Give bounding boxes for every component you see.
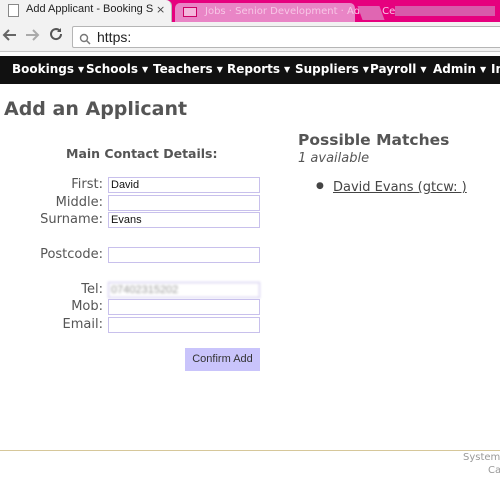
caret-down-icon: ▼ xyxy=(142,65,149,74)
footer-text: Ca xyxy=(488,465,500,476)
address-bar[interactable]: https: xyxy=(72,26,500,48)
caret-down-icon: ▼ xyxy=(480,65,487,74)
menu-bookings[interactable]: Bookings ▼ xyxy=(12,62,84,76)
menu-label: Payroll xyxy=(370,62,417,76)
menu-label: Reports xyxy=(227,62,281,76)
caret-down-icon: ▼ xyxy=(362,65,369,74)
menu-label: Bookings xyxy=(12,62,75,76)
footer-divider xyxy=(0,450,500,451)
first-name-field[interactable]: David xyxy=(108,177,260,193)
menu-suppliers[interactable]: Suppliers ▼ xyxy=(295,62,369,76)
postcode-field[interactable] xyxy=(108,247,260,263)
menu-schools[interactable]: Schools ▼ xyxy=(86,62,148,76)
menu-reports[interactable]: Reports ▼ xyxy=(227,62,290,76)
match-link[interactable]: David Evans (gtcw: ) xyxy=(333,180,467,195)
postcode-label: Postcode: xyxy=(40,247,103,262)
new-tab-button[interactable] xyxy=(357,6,385,20)
browser-tab-strip: Add Applicant - Booking S × Jobs · Senio… xyxy=(0,0,500,22)
page-title: Add an Applicant xyxy=(4,98,188,120)
main-menu: Bookings ▼ Schools ▼ Teachers ▼ Reports ▼ Su… xyxy=(0,56,500,84)
tab-title: Add Applicant - Booking S xyxy=(26,3,154,15)
browser-tab-active[interactable]: Add Applicant - Booking S × xyxy=(0,0,172,22)
menu-label: In xyxy=(491,62,500,76)
menu-label: Admin xyxy=(433,62,477,76)
url-text: https: xyxy=(97,29,132,45)
reload-icon[interactable] xyxy=(48,26,64,46)
section-title: Main Contact Details: xyxy=(66,146,218,161)
surname-label: Surname: xyxy=(40,212,103,227)
middle-name-label: Middle: xyxy=(55,195,103,210)
mob-field[interactable] xyxy=(108,299,260,315)
menu-label: Suppliers xyxy=(295,62,359,76)
browser-tab-inactive[interactable]: Jobs · Senior Development · Admin Centre xyxy=(175,3,416,22)
caret-down-icon: ▼ xyxy=(420,65,427,74)
surname-field[interactable]: Evans xyxy=(108,212,260,228)
matches-count: 1 available xyxy=(298,151,370,166)
possible-matches-title: Possible Matches xyxy=(298,131,450,149)
menu-label: Teachers xyxy=(153,62,213,76)
caret-down-icon: ▼ xyxy=(216,65,223,74)
tab-strip-blur xyxy=(395,6,495,16)
browser-toolbar: https: xyxy=(0,22,500,52)
menu-in[interactable]: In xyxy=(491,62,500,76)
middle-name-field[interactable] xyxy=(108,195,260,211)
tab-favicon-icon xyxy=(183,7,197,17)
email-field[interactable] xyxy=(108,317,260,333)
first-name-label: First: xyxy=(71,177,103,192)
search-icon xyxy=(79,30,91,45)
back-arrow-icon[interactable] xyxy=(2,27,18,47)
email-label: Email: xyxy=(62,317,103,332)
caret-down-icon: ▼ xyxy=(78,65,85,74)
footer-text: System xyxy=(463,452,500,463)
bullet-icon: ● xyxy=(316,181,324,191)
forward-arrow-icon[interactable] xyxy=(24,27,40,47)
menu-payroll[interactable]: Payroll ▼ xyxy=(370,62,427,76)
menu-label: Schools xyxy=(86,62,139,76)
tel-label: Tel: xyxy=(81,282,103,297)
caret-down-icon: ▼ xyxy=(284,65,291,74)
page-favicon-icon xyxy=(8,4,19,17)
menu-teachers[interactable]: Teachers ▼ xyxy=(153,62,223,76)
mob-label: Mob: xyxy=(71,299,103,314)
tel-field[interactable]: 07402315202 xyxy=(108,282,260,298)
close-tab-icon[interactable]: × xyxy=(156,3,165,16)
menu-admin[interactable]: Admin ▼ xyxy=(433,62,486,76)
inactive-tab-title: Jobs · Senior Development · Admin Centre xyxy=(205,6,416,17)
confirm-add-button[interactable]: Confirm Add xyxy=(185,348,260,371)
